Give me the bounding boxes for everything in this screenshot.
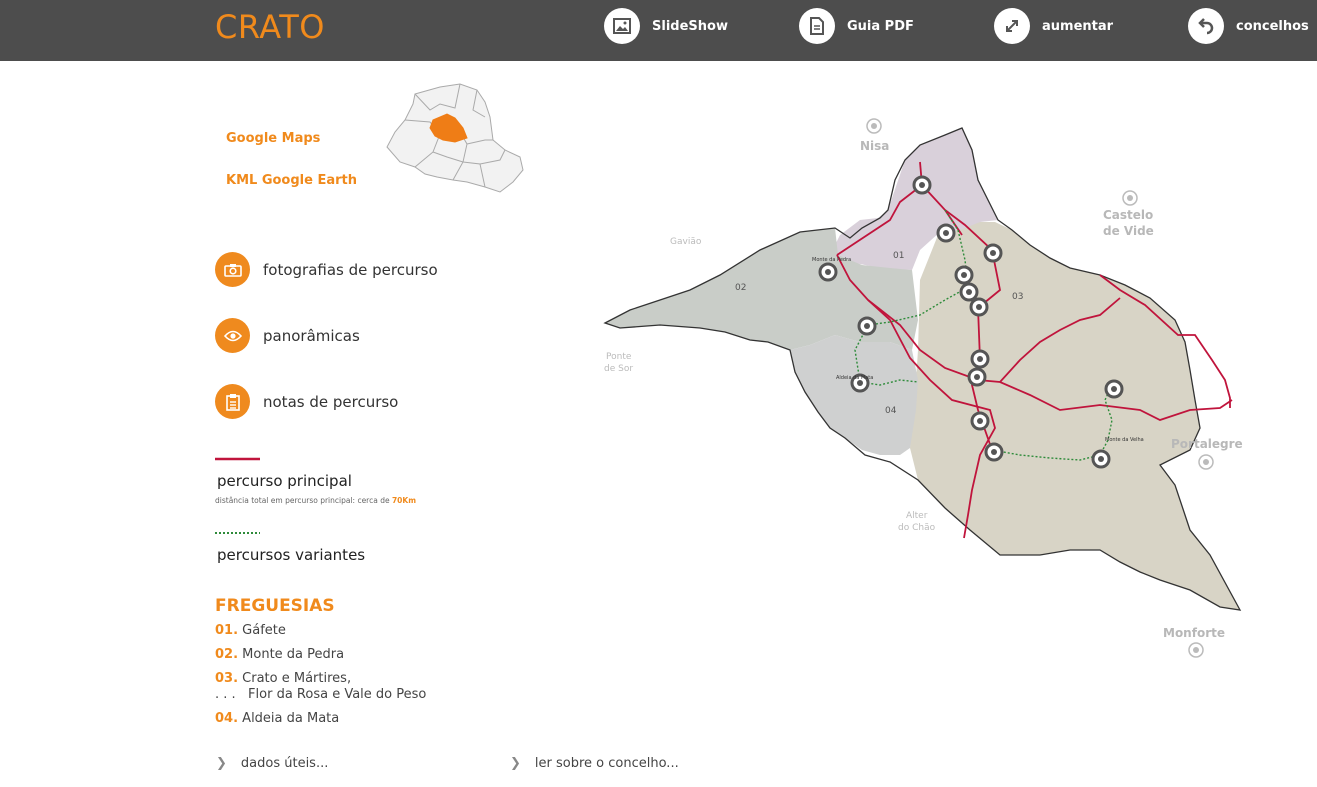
place-alter-2: do Chão xyxy=(898,523,936,533)
poi-marker[interactable] xyxy=(954,265,974,285)
parish-name: Aldeia da Mata xyxy=(242,711,340,726)
poi-marker[interactable] xyxy=(818,262,838,282)
route-notes-link[interactable]: notas de percurso xyxy=(215,384,398,419)
eye-icon xyxy=(215,318,250,353)
main-route-distance: distância total em percurso principal: c… xyxy=(215,496,416,505)
variant-routes-label: percursos variantes xyxy=(217,546,366,564)
parish-number: 03. xyxy=(215,671,239,686)
main-route-swatch xyxy=(215,457,260,461)
camera-icon xyxy=(215,252,250,287)
parish-item: 03. Crato e Mártires,. . . Flor da Rosa … xyxy=(215,671,426,703)
route-notes-label: notas de percurso xyxy=(263,392,399,411)
kml-google-earth-link[interactable]: KML Google Earth xyxy=(226,173,357,188)
route-photos-link[interactable]: fotografias de percurso xyxy=(215,252,438,287)
parish-name: Gáfete xyxy=(242,623,286,638)
place-monforte: Monforte xyxy=(1163,626,1225,640)
parish-number: 01. xyxy=(215,623,239,638)
locality-aldeia-da-mata: Aldeia da Mata xyxy=(836,375,873,381)
parish-item: 04. Aldeia da Mata xyxy=(215,711,339,727)
pdf-guide-button[interactable]: Guia PDF xyxy=(799,8,914,44)
poi-marker[interactable] xyxy=(983,243,1003,263)
municipalities-button[interactable]: concelhos xyxy=(1188,8,1309,44)
poi-marker[interactable] xyxy=(1091,449,1111,469)
parish-number: 04. xyxy=(215,711,239,726)
route-photos-label: fotografias de percurso xyxy=(263,260,438,279)
place-portalegre: Portalegre xyxy=(1171,437,1243,451)
slideshow-label: SlideShow xyxy=(652,18,728,34)
zone-04-area[interactable] xyxy=(790,335,918,455)
google-maps-link[interactable]: Google Maps xyxy=(226,131,320,146)
parish-item: 02. Monte da Pedra xyxy=(215,647,344,663)
expand-icon xyxy=(994,8,1030,44)
zone-04-label: 04 xyxy=(885,406,897,416)
parishes-title: FREGUESIAS xyxy=(215,596,335,616)
parish-name-continued: . . . Flor da Rosa e Vale do Peso xyxy=(215,687,427,702)
place-ponte-sor-2: de Sor xyxy=(604,364,633,374)
poi-marker[interactable] xyxy=(970,349,990,369)
municipalities-label: concelhos xyxy=(1236,18,1309,34)
poi-marker[interactable] xyxy=(967,367,987,387)
parish-number: 02. xyxy=(215,647,239,662)
image-icon xyxy=(604,8,640,44)
main-route-label: percurso principal xyxy=(217,472,352,490)
place-castelo-vide-2: de Vide xyxy=(1103,224,1154,238)
place-nisa: Nisa xyxy=(860,139,889,153)
route-map[interactable]: 01 02 03 04 Monte da Pedra Aldeia da Mat… xyxy=(600,110,1250,670)
enlarge-button[interactable]: aumentar xyxy=(994,8,1113,44)
enlarge-label: aumentar xyxy=(1042,18,1114,34)
slideshow-button[interactable]: SlideShow xyxy=(604,8,728,44)
district-locator-minimap xyxy=(386,83,524,193)
panoramas-label: panorâmicas xyxy=(263,326,360,345)
parish-item: 01. Gáfete xyxy=(215,623,286,639)
main-route-distance-value: 70Km xyxy=(391,496,417,505)
zone-01-label: 01 xyxy=(893,251,904,261)
poi-marker[interactable] xyxy=(959,282,979,302)
place-castelo-vide-1: Castelo xyxy=(1103,208,1153,222)
poi-marker[interactable] xyxy=(857,316,877,336)
locality-monte-da-pedra: Monte da Pedra xyxy=(812,257,851,263)
brand-title[interactable]: CRATO xyxy=(215,8,325,46)
clipboard-icon xyxy=(215,384,250,419)
main-route-distance-text: distância total em percurso principal: c… xyxy=(215,496,392,505)
poi-marker[interactable] xyxy=(969,297,989,317)
chevron-right-icon: ❯ xyxy=(510,756,521,771)
read-about-municipality-link[interactable]: ❯ ler sobre o concelho... xyxy=(510,756,679,771)
parish-name: Crato e Mártires, xyxy=(242,671,352,686)
back-arrow-icon xyxy=(1188,8,1224,44)
useful-data-link[interactable]: ❯ dados úteis... xyxy=(216,756,328,771)
place-ponte-sor-1: Ponte xyxy=(606,352,632,362)
variant-route-swatch xyxy=(215,532,260,534)
poi-marker[interactable] xyxy=(1104,379,1124,399)
place-gaviao: Gavião xyxy=(670,237,702,247)
locality-monte-da-velha: Monte da Velha xyxy=(1105,437,1144,443)
document-icon xyxy=(799,8,835,44)
pdf-guide-label: Guia PDF xyxy=(847,18,914,34)
poi-marker[interactable] xyxy=(936,223,956,243)
poi-marker[interactable] xyxy=(984,442,1004,462)
read-about-label: ler sobre o concelho... xyxy=(534,756,679,771)
parish-name: Monte da Pedra xyxy=(242,647,345,662)
top-bar: CRATO SlideShow Guia PDF aumentar concel… xyxy=(0,0,1317,61)
useful-data-label: dados úteis... xyxy=(240,756,329,771)
place-alter-1: Alter xyxy=(906,511,928,521)
poi-marker[interactable] xyxy=(970,411,990,431)
zone-02-label: 02 xyxy=(735,283,746,293)
panoramas-link[interactable]: panorâmicas xyxy=(215,318,360,353)
zone-03-label: 03 xyxy=(1012,292,1023,302)
poi-marker[interactable] xyxy=(912,175,932,195)
chevron-right-icon: ❯ xyxy=(216,756,227,771)
